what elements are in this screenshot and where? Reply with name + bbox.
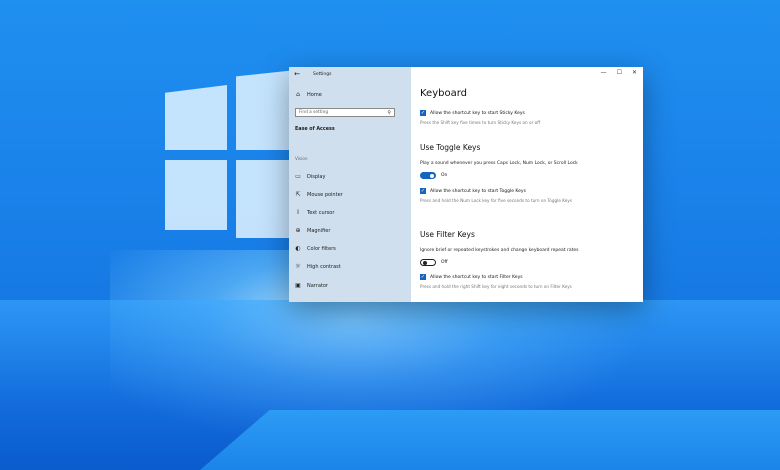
minimize-icon[interactable]: — bbox=[601, 69, 607, 76]
search-icon: ⚲ bbox=[387, 109, 391, 116]
window-title: Settings bbox=[313, 71, 332, 77]
windows-logo-pane bbox=[236, 70, 296, 150]
display-icon: ▭ bbox=[295, 173, 301, 180]
sidebar-item-label: Magnifier bbox=[307, 227, 331, 234]
narrator-icon: ▣ bbox=[295, 282, 301, 289]
sticky-keys-description: Press the Shift key five times to turn S… bbox=[420, 120, 541, 125]
toggle-keys-switch[interactable]: On bbox=[420, 172, 447, 179]
toggle-state: Off bbox=[441, 260, 448, 265]
sidebar-item-label: Color filters bbox=[307, 245, 336, 252]
sidebar-item-color-filters[interactable]: ◐ Color filters bbox=[295, 244, 336, 253]
window-controls: — ☐ ✕ bbox=[601, 69, 637, 76]
toggle-keys-heading: Use Toggle Keys bbox=[420, 143, 481, 152]
checkbox-label: Allow the shortcut key to start Filter K… bbox=[430, 274, 523, 280]
sidebar-item-label: Home bbox=[307, 91, 322, 98]
close-icon[interactable]: ✕ bbox=[632, 69, 637, 76]
sidebar-item-narrator[interactable]: ▣ Narrator bbox=[295, 281, 328, 290]
sidebar-item-mouse-pointer[interactable]: ⇱ Mouse pointer bbox=[295, 190, 343, 199]
sticky-keys-shortcut-checkbox[interactable]: ✓ Allow the shortcut key to start Sticky… bbox=[420, 110, 525, 116]
text-cursor-icon: I bbox=[297, 209, 299, 216]
sidebar-item-label: Mouse pointer bbox=[307, 191, 343, 198]
checkmark-icon: ✓ bbox=[420, 274, 426, 280]
sidebar-item-label: Narrator bbox=[307, 282, 328, 289]
settings-content: — ☐ ✕ Keyboard ✓ Allow the shortcut key … bbox=[411, 67, 643, 302]
sidebar-item-home[interactable]: ⌂ Home bbox=[295, 90, 322, 99]
sidebar-item-label: High contrast bbox=[307, 263, 341, 270]
page-title: Keyboard bbox=[420, 88, 468, 99]
toggle-keys-text: Play a sound whenever you press Caps Loc… bbox=[420, 161, 578, 166]
sidebar-item-label: Display bbox=[307, 173, 326, 180]
sidebar-item-display[interactable]: ▭ Display bbox=[295, 172, 325, 181]
mouse-pointer-icon: ⇱ bbox=[295, 191, 301, 198]
windows-logo-pane bbox=[236, 160, 296, 238]
settings-sidebar: ← Settings ⌂ Home Find a setting ⚲ Ease … bbox=[289, 67, 411, 302]
sidebar-item-high-contrast[interactable]: ☼ High contrast bbox=[295, 262, 341, 271]
toggle-switch[interactable] bbox=[420, 172, 436, 179]
sidebar-item-label: Text cursor bbox=[307, 209, 335, 216]
group-label: Vision bbox=[295, 156, 308, 161]
search-input[interactable]: Find a setting ⚲ bbox=[295, 108, 395, 117]
search-placeholder: Find a setting bbox=[299, 110, 329, 115]
toggle-keys-shortcut-checkbox[interactable]: ✓ Allow the shortcut key to start Toggle… bbox=[420, 188, 526, 194]
sidebar-item-magnifier[interactable]: ⊕ Magnifier bbox=[295, 226, 330, 235]
checkmark-icon: ✓ bbox=[420, 188, 426, 194]
home-icon: ⌂ bbox=[296, 91, 300, 98]
windows-logo-pane bbox=[165, 160, 227, 230]
toggle-switch[interactable] bbox=[420, 259, 436, 266]
maximize-icon[interactable]: ☐ bbox=[617, 69, 622, 76]
filter-keys-shortcut-checkbox[interactable]: ✓ Allow the shortcut key to start Filter… bbox=[420, 274, 523, 280]
filter-keys-heading: Use Filter Keys bbox=[420, 230, 475, 239]
windows-logo-pane bbox=[165, 85, 227, 150]
toggle-keys-description: Press and hold the Num Lock key for five… bbox=[420, 198, 573, 203]
back-arrow-icon[interactable]: ← bbox=[289, 70, 305, 78]
checkmark-icon: ✓ bbox=[420, 110, 426, 116]
sidebar-item-text-cursor[interactable]: I Text cursor bbox=[295, 208, 334, 217]
toggle-state: On bbox=[441, 173, 448, 178]
high-contrast-icon: ☼ bbox=[295, 263, 301, 270]
section-header: Ease of Access bbox=[295, 127, 335, 132]
filter-keys-text: Ignore brief or repeated keystrokes and … bbox=[420, 248, 579, 253]
magnifier-icon: ⊕ bbox=[295, 227, 301, 234]
checkbox-label: Allow the shortcut key to start Toggle K… bbox=[430, 188, 526, 194]
settings-window: ← Settings ⌂ Home Find a setting ⚲ Ease … bbox=[289, 67, 643, 302]
title-bar: ← Settings bbox=[289, 67, 411, 81]
filter-keys-switch[interactable]: Off bbox=[420, 259, 448, 266]
filter-keys-description: Press and hold the right Shift key for e… bbox=[420, 284, 572, 289]
checkbox-label: Allow the shortcut key to start Sticky K… bbox=[430, 110, 525, 116]
color-filters-icon: ◐ bbox=[295, 245, 301, 252]
wallpaper-step bbox=[200, 410, 780, 470]
